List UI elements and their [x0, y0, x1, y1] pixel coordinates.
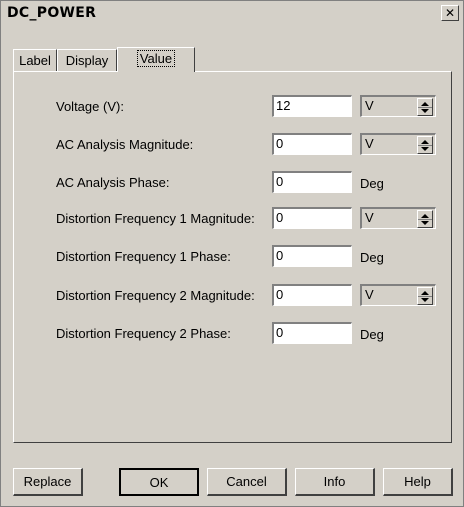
row-df1-magnitude: Distortion Frequency 1 Magnitude: 0 V — [14, 207, 451, 233]
dialog-window: DC_POWER ✕ Label Display Value Voltage (… — [0, 0, 464, 507]
df2-phase-unit: Deg — [360, 327, 384, 342]
df2-magnitude-unit-value: V — [365, 287, 374, 302]
row-ac-phase: AC Analysis Phase: 0 Deg — [14, 171, 451, 197]
button-bar: Replace OK Cancel Info Help — [1, 456, 464, 496]
spinner-arrows-icon[interactable] — [417, 210, 433, 228]
row-voltage: Voltage (V): 12 V — [14, 95, 451, 121]
ac-phase-input[interactable]: 0 — [272, 171, 352, 193]
spinner-arrows-icon[interactable] — [417, 287, 433, 305]
ac-magnitude-label: AC Analysis Magnitude: — [56, 137, 194, 152]
tab-label-text: Label — [19, 53, 51, 68]
tab-label[interactable]: Label — [13, 49, 57, 71]
tab-display[interactable]: Display — [57, 49, 117, 71]
value-panel: Voltage (V): 12 V AC Analysis Magnitude:… — [13, 71, 452, 443]
row-ac-magnitude: AC Analysis Magnitude: 0 V — [14, 133, 451, 159]
window-title: DC_POWER — [7, 5, 97, 21]
voltage-label: Voltage (V): — [56, 99, 124, 114]
cancel-button[interactable]: Cancel — [207, 468, 287, 496]
ac-phase-unit: Deg — [360, 176, 384, 191]
ac-magnitude-unit-value: V — [365, 136, 374, 151]
replace-button[interactable]: Replace — [13, 468, 83, 496]
row-df2-phase: Distortion Frequency 2 Phase: 0 Deg — [14, 322, 451, 348]
voltage-unit-select[interactable]: V — [360, 95, 436, 117]
tab-display-text: Display — [65, 53, 109, 68]
ok-button[interactable]: OK — [119, 468, 199, 496]
df2-magnitude-label: Distortion Frequency 2 Magnitude: — [56, 288, 255, 303]
df1-phase-label: Distortion Frequency 1 Phase: — [56, 249, 231, 264]
df1-phase-input[interactable]: 0 — [272, 245, 352, 267]
help-button[interactable]: Help — [383, 468, 453, 496]
spinner-arrows-icon[interactable] — [417, 98, 433, 116]
df1-phase-unit: Deg — [360, 250, 384, 265]
df2-magnitude-input[interactable]: 0 — [272, 284, 352, 306]
df2-phase-input[interactable]: 0 — [272, 322, 352, 344]
df1-magnitude-input[interactable]: 0 — [272, 207, 352, 229]
info-button[interactable]: Info — [295, 468, 375, 496]
voltage-unit-value: V — [365, 98, 374, 113]
voltage-input[interactable]: 12 — [272, 95, 352, 117]
spinner-arrows-icon[interactable] — [417, 136, 433, 154]
row-df2-magnitude: Distortion Frequency 2 Magnitude: 0 V — [14, 284, 451, 310]
ac-magnitude-input[interactable]: 0 — [272, 133, 352, 155]
df2-phase-label: Distortion Frequency 2 Phase: — [56, 326, 231, 341]
df1-magnitude-unit-value: V — [365, 210, 374, 225]
ac-magnitude-unit-select[interactable]: V — [360, 133, 436, 155]
close-button[interactable]: ✕ — [441, 5, 459, 21]
df1-magnitude-label: Distortion Frequency 1 Magnitude: — [56, 211, 255, 226]
row-df1-phase: Distortion Frequency 1 Phase: 0 Deg — [14, 245, 451, 271]
tab-value-text: Value — [136, 50, 176, 67]
ac-phase-label: AC Analysis Phase: — [56, 175, 170, 190]
df2-magnitude-unit-select[interactable]: V — [360, 284, 436, 306]
close-icon: ✕ — [444, 6, 456, 20]
title-bar[interactable]: DC_POWER ✕ — [3, 3, 461, 23]
tab-value[interactable]: Value — [117, 47, 195, 72]
df1-magnitude-unit-select[interactable]: V — [360, 207, 436, 229]
